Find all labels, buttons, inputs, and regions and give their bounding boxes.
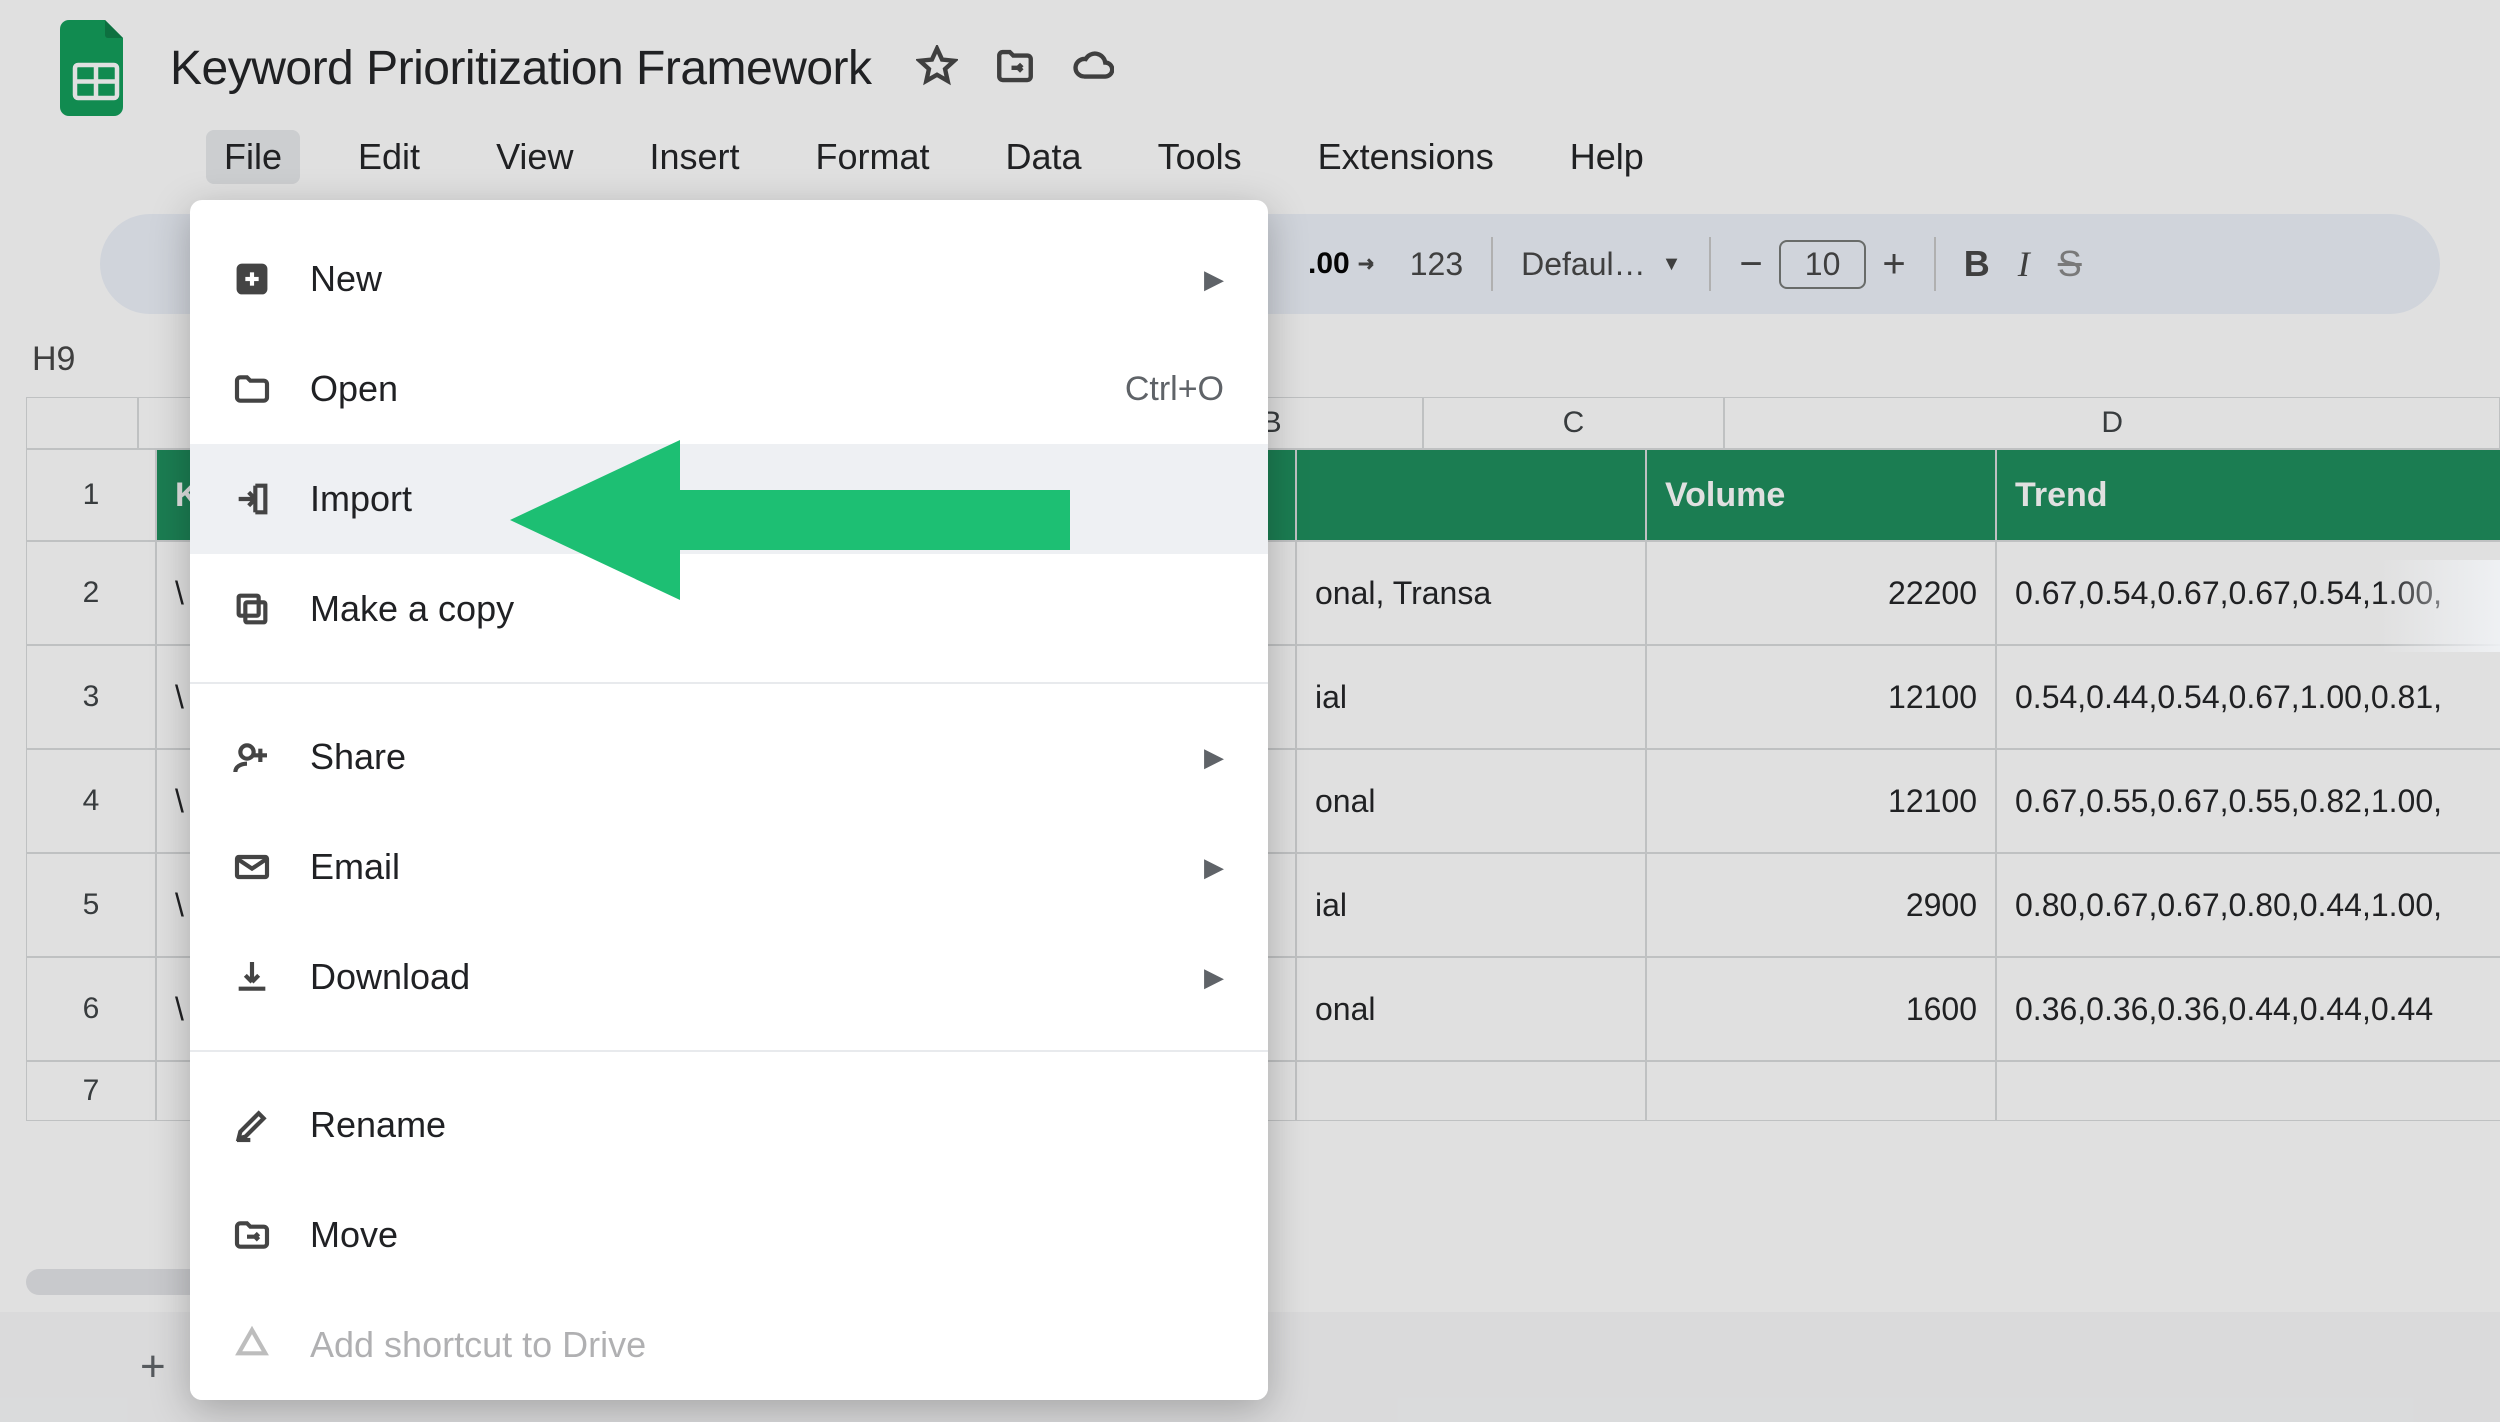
menu-item-label: Open — [310, 368, 1089, 410]
row-header[interactable]: 6 — [26, 957, 156, 1061]
cell[interactable] — [1646, 1061, 1996, 1121]
folder-icon — [230, 367, 274, 411]
cell[interactable] — [1296, 1061, 1646, 1121]
strikethrough-button[interactable]: S — [2058, 243, 2082, 285]
cell[interactable] — [1996, 1061, 2500, 1121]
menu-help[interactable]: Help — [1552, 130, 1662, 184]
menu-item-share[interactable]: Share ▶ — [190, 702, 1268, 812]
cell[interactable]: 1600 — [1646, 957, 1996, 1061]
menu-file[interactable]: File — [206, 130, 300, 184]
menu-item-move[interactable]: Move — [190, 1180, 1268, 1290]
menu-item-email[interactable]: Email ▶ — [190, 812, 1268, 922]
cell[interactable]: 2900 — [1646, 853, 1996, 957]
email-icon — [230, 845, 274, 889]
bold-button[interactable]: B — [1964, 243, 1990, 285]
file-menu-dropdown: New ▶ Open Ctrl+O Import Make a copy Sha… — [190, 200, 1268, 1400]
row-header[interactable]: 5 — [26, 853, 156, 957]
move-icon — [230, 1213, 274, 1257]
cloud-status-icon[interactable] — [1072, 45, 1114, 92]
menu-item-label: Download — [310, 956, 1168, 998]
menu-edit[interactable]: Edit — [340, 130, 438, 184]
menu-view[interactable]: View — [478, 130, 591, 184]
cell[interactable]: onal, Transa — [1296, 541, 1646, 645]
cell[interactable]: 0.36,0.36,0.36,0.44,0.44,0.44 — [1996, 957, 2500, 1061]
menu-item-download[interactable]: Download ▶ — [190, 922, 1268, 1032]
menu-item-label: Make a copy — [310, 588, 1224, 630]
italic-button[interactable]: I — [2018, 243, 2030, 285]
import-icon — [230, 477, 274, 521]
menu-item-label: Share — [310, 736, 1168, 778]
toolbar-separator — [1934, 237, 1936, 291]
menu-item-label: Import — [310, 478, 1224, 520]
cell[interactable]: ial — [1296, 645, 1646, 749]
menu-item-label: Move — [310, 1214, 1224, 1256]
menu-item-new[interactable]: New ▶ — [190, 224, 1268, 334]
menu-separator — [190, 682, 1268, 684]
decrease-decimal-button[interactable]: .00 — [1308, 238, 1382, 290]
cell[interactable]: 0.54,0.44,0.54,0.67,1.00,0.81, — [1996, 645, 2500, 749]
row-header[interactable]: 7 — [26, 1061, 156, 1121]
column-header-cell: Trend — [1996, 449, 2500, 541]
menu-item-import[interactable]: Import — [190, 444, 1268, 554]
menu-item-label: New — [310, 258, 1168, 300]
menu-item-shortcut: Ctrl+O — [1125, 370, 1224, 409]
menu-bar: File Edit View Insert Format Data Tools … — [0, 116, 2500, 204]
title-bar: Keyword Prioritization Framework — [0, 0, 2500, 116]
submenu-arrow-icon: ▶ — [1204, 962, 1224, 993]
cell[interactable]: 0.67,0.55,0.67,0.55,0.82,1.00, — [1996, 749, 2500, 853]
menu-data[interactable]: Data — [988, 130, 1100, 184]
menu-insert[interactable]: Insert — [631, 130, 757, 184]
menu-item-label: Rename — [310, 1104, 1224, 1146]
star-icon[interactable] — [916, 45, 958, 92]
menu-item-label: Email — [310, 846, 1168, 888]
new-icon — [230, 257, 274, 301]
copy-icon — [230, 587, 274, 631]
download-icon — [230, 955, 274, 999]
menu-item-rename[interactable]: Rename — [190, 1070, 1268, 1180]
menu-item-open[interactable]: Open Ctrl+O — [190, 334, 1268, 444]
row-header[interactable]: 3 — [26, 645, 156, 749]
font-size-controls: − 10 + — [1739, 240, 1905, 289]
toolbar-separator — [1709, 237, 1711, 291]
cell[interactable]: ial — [1296, 853, 1646, 957]
cell[interactable]: onal — [1296, 749, 1646, 853]
rename-icon — [230, 1103, 274, 1147]
submenu-arrow-icon: ▶ — [1204, 742, 1224, 773]
dropdown-bottom-fade — [190, 1360, 1268, 1400]
menu-item-make-copy[interactable]: Make a copy — [190, 554, 1268, 664]
decrease-font-size[interactable]: − — [1739, 242, 1762, 287]
column-header-cell: Volume — [1646, 449, 1996, 541]
add-sheet-button[interactable]: + — [140, 1342, 166, 1392]
font-family-picker[interactable]: Defaul…▼ — [1521, 246, 1681, 283]
row-header[interactable]: 1 — [26, 449, 156, 541]
row-header[interactable]: 2 — [26, 541, 156, 645]
col-header[interactable]: C — [1423, 397, 1725, 449]
menu-extensions[interactable]: Extensions — [1300, 130, 1512, 184]
menu-format[interactable]: Format — [798, 130, 948, 184]
cell[interactable]: 12100 — [1646, 645, 1996, 749]
row-header[interactable]: 4 — [26, 749, 156, 853]
cell[interactable]: 22200 — [1646, 541, 1996, 645]
cell[interactable]: onal — [1296, 957, 1646, 1061]
increase-font-size[interactable]: + — [1882, 242, 1905, 287]
menu-separator — [190, 1050, 1268, 1052]
submenu-arrow-icon: ▶ — [1204, 852, 1224, 883]
column-header-cell — [1296, 449, 1646, 541]
name-box[interactable]: H9 — [32, 340, 75, 379]
font-size-input[interactable]: 10 — [1779, 240, 1867, 289]
toolbar-separator — [1491, 237, 1493, 291]
menu-tools[interactable]: Tools — [1140, 130, 1260, 184]
submenu-arrow-icon: ▶ — [1204, 264, 1224, 295]
sheets-app-icon[interactable] — [60, 20, 132, 116]
col-header[interactable]: D — [1724, 397, 2500, 449]
share-icon — [230, 735, 274, 779]
document-title[interactable]: Keyword Prioritization Framework — [170, 41, 872, 96]
number-format-button[interactable]: 123 — [1410, 246, 1463, 283]
cell[interactable]: 0.67,0.54,0.67,0.67,0.54,1.00, — [1996, 541, 2500, 645]
select-all-corner[interactable] — [26, 397, 138, 449]
cell[interactable]: 12100 — [1646, 749, 1996, 853]
cell[interactable]: 0.80,0.67,0.67,0.80,0.44,1.00, — [1996, 853, 2500, 957]
move-to-folder-icon[interactable] — [994, 45, 1036, 92]
